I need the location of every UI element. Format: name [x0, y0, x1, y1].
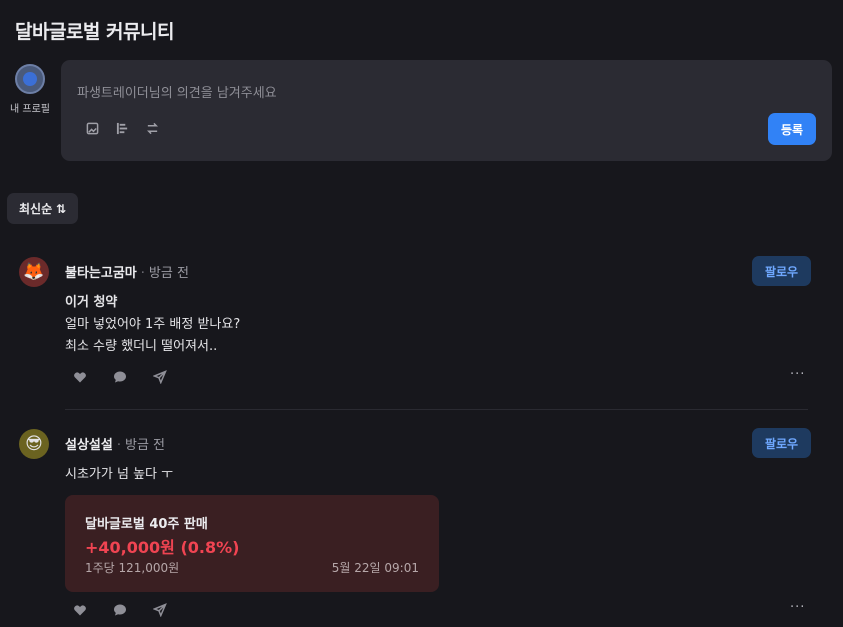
profile-label: 내 프로필 [10, 104, 50, 115]
sort-label: 최신순 [19, 202, 53, 216]
heart-icon[interactable] [73, 602, 87, 621]
post-actions [73, 602, 183, 621]
image-icon[interactable] [85, 122, 99, 136]
trade-card[interactable]: 달바글로벌 40주 판매 +40,000원 (0.8%) 1주당 121,000… [65, 495, 439, 592]
post-line: 최소 수량 했더니 떨어져서.. [65, 339, 218, 354]
post: 🦊 불타는고굼마 방금 전 팔로우 이거 청약 얼마 넣었어야 1주 배정 받나… [0, 256, 843, 406]
submit-button[interactable]: 등록 [768, 113, 816, 145]
comment-icon[interactable] [113, 602, 127, 621]
avatar[interactable] [15, 64, 45, 94]
more-icon[interactable]: ··· [790, 600, 805, 615]
post-line: 얼마 넣었어야 1주 배정 받나요? [65, 317, 241, 332]
divider [65, 409, 808, 410]
heart-icon[interactable] [73, 369, 87, 388]
post-header: 설상설설 방금 전 [65, 434, 165, 453]
send-icon[interactable] [152, 602, 167, 621]
post-author[interactable]: 불타는고굼마 [65, 262, 137, 281]
sort-button[interactable]: 최신순 ⇅ [7, 193, 79, 224]
send-icon[interactable] [152, 369, 167, 388]
sort-arrows-icon: ⇅ [56, 201, 67, 216]
post-line: 시초가가 넘 높다 ㅜ [65, 467, 174, 482]
post-header: 불타는고굼마 방금 전 [65, 262, 189, 281]
more-icon[interactable]: ··· [790, 367, 805, 382]
trade-unit-price: 1주당 121,000원 [85, 561, 180, 575]
trade-date: 5월 22일 09:01 [331, 561, 419, 575]
post-time: 방금 전 [141, 262, 189, 281]
follow-button[interactable]: 팔로우 [752, 428, 811, 458]
trade-amount: +40,000원 (0.8%) [85, 538, 240, 557]
follow-button[interactable]: 팔로우 [752, 256, 811, 286]
comment-icon[interactable] [113, 369, 127, 388]
post-time: 방금 전 [117, 434, 165, 453]
page-title: 달바글로벌 커뮤니티 [15, 21, 174, 43]
comment-composer[interactable]: 파생트레이더님의 의견을 남겨주세요 등록 [61, 60, 832, 161]
trade-title: 달바글로벌 40주 판매 [85, 517, 208, 532]
post-content: 이거 청약 얼마 넣었어야 1주 배정 받나요? 최소 수량 했더니 떨어져서.… [65, 292, 240, 358]
post: 😎 설상설설 방금 전 팔로우 시초가가 넘 높다 ㅜ 달바글로벌 40주 판매… [0, 428, 843, 627]
post-actions [73, 369, 183, 388]
comment-input[interactable]: 파생트레이더님의 의견을 남겨주세요 [77, 82, 277, 101]
post-title: 이거 청약 [65, 295, 118, 310]
my-profile[interactable]: 내 프로필 [5, 64, 55, 115]
sunglasses-avatar-icon[interactable]: 😎 [19, 429, 49, 459]
trade-share-icon[interactable] [145, 122, 159, 136]
post-author[interactable]: 설상설설 [65, 434, 113, 453]
fox-avatar-icon[interactable]: 🦊 [19, 257, 49, 287]
post-content: 시초가가 넘 높다 ㅜ [65, 464, 173, 486]
chart-icon[interactable] [115, 122, 129, 136]
